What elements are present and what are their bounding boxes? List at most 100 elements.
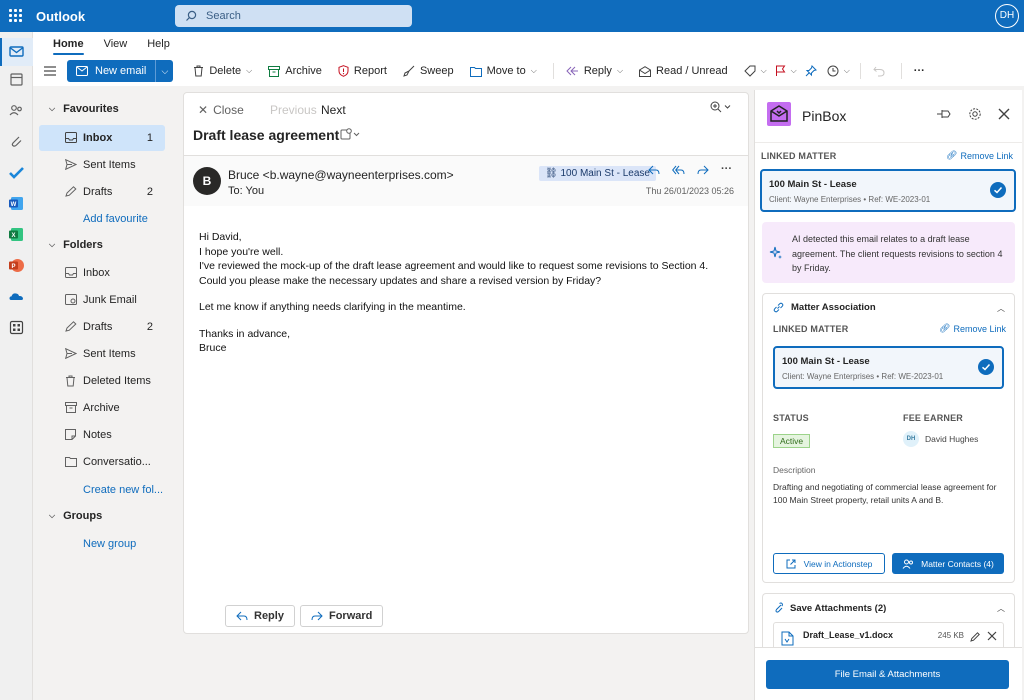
sender-avatar[interactable]: B [193, 167, 221, 195]
pinbox-logo-icon [770, 105, 788, 122]
move-to-label: Move to [486, 65, 526, 77]
undo-button[interactable] [873, 66, 885, 77]
save-attachments-header[interactable]: Save Attachments (2) [773, 602, 886, 614]
remove-link-label: Remove Link [953, 323, 1006, 334]
folder-junk[interactable]: Junk Email [39, 287, 165, 313]
app-launcher-icon[interactable] [9, 9, 23, 23]
tab-home[interactable]: Home [53, 38, 84, 55]
word-icon[interactable]: W [8, 195, 25, 212]
remove-icon[interactable] [987, 631, 997, 641]
view-in-actionstep-button[interactable]: View in Actionstep [773, 553, 885, 574]
people-icon [902, 559, 914, 569]
forward-button-bottom[interactable]: Forward [299, 605, 384, 627]
summary-icon[interactable] [340, 128, 360, 140]
edit-icon[interactable] [970, 631, 981, 642]
sweep-button[interactable]: Sweep [403, 65, 454, 77]
attach-icon[interactable] [8, 133, 25, 150]
attachment-name: Draft_Lease_v1.docx [803, 630, 894, 640]
flag-button[interactable]: ⌵ [775, 65, 797, 77]
folder-inbox[interactable]: Inbox [39, 260, 165, 286]
add-favourite-link[interactable]: Add favourite [83, 213, 148, 225]
folder-deleted[interactable]: Deleted Items [39, 368, 165, 394]
linked-matter-card[interactable]: 100 Main St - Lease Client: Wayne Enterp… [760, 169, 1016, 212]
tab-view[interactable]: View [104, 38, 128, 55]
hamburger-icon[interactable] [43, 65, 57, 77]
remove-link-section[interactable]: 🔗︎ Remove Link [939, 323, 1006, 334]
status-label: STATUS [773, 413, 809, 423]
onedrive-icon[interactable] [8, 288, 25, 305]
chevron-up-icon[interactable]: ︿ [997, 303, 1005, 314]
apps-icon[interactable] [8, 319, 25, 336]
folder-notes[interactable]: Notes [39, 422, 165, 448]
user-avatar[interactable]: DH [995, 4, 1019, 28]
matter-contacts-button[interactable]: Matter Contacts (4) [892, 553, 1004, 574]
snooze-button[interactable]: ⌵ [827, 65, 850, 77]
reply-button[interactable]: Reply ⌵ [566, 65, 623, 77]
archive-button[interactable]: Archive [268, 65, 322, 77]
remove-link-top[interactable]: 🔗︎ Remove Link [946, 150, 1013, 161]
fav-inbox[interactable]: Inbox 1 [39, 125, 165, 151]
document-icon [781, 631, 794, 646]
undo-icon [873, 66, 885, 76]
new-email-main[interactable]: New email [67, 60, 156, 82]
move-to-button[interactable]: Move to ⌵ [469, 65, 537, 77]
next-button[interactable]: Next [321, 103, 346, 117]
zoom-icon[interactable] [710, 101, 732, 113]
groups-header[interactable]: ⌵ Groups [49, 510, 102, 522]
report-button[interactable]: Report [338, 65, 387, 77]
powerpoint-icon[interactable]: P [8, 257, 25, 274]
ai-summary: AI detected this email relates to a draf… [762, 222, 1015, 283]
new-email-button[interactable]: New email ⌵ [67, 60, 174, 82]
app-name[interactable]: Outlook [36, 9, 85, 24]
fav-inbox-label: Inbox [83, 132, 113, 144]
folder-drafts-count: 2 [146, 321, 153, 333]
description-label: Description [773, 465, 816, 475]
pin-icon[interactable] [936, 108, 952, 120]
folder-archive[interactable]: Archive [39, 395, 165, 421]
favourites-header[interactable]: ⌵ Favourites [49, 103, 119, 115]
fav-sent-items[interactable]: Sent Items [39, 152, 165, 178]
reply-all-icon[interactable] [672, 165, 685, 175]
new-email-dropdown[interactable]: ⌵ [155, 60, 174, 82]
matter-association-title: Matter Association [791, 302, 876, 313]
fav-drafts[interactable]: Drafts 2 [39, 179, 165, 205]
folder-sent[interactable]: Sent Items [39, 341, 165, 367]
more-actions-icon[interactable]: ··· [721, 164, 732, 175]
mail-icon[interactable] [8, 43, 25, 60]
folder-drafts-label: Drafts [83, 321, 113, 333]
people-icon[interactable] [8, 102, 25, 119]
new-group-link[interactable]: New group [83, 538, 136, 550]
folder-conversation[interactable]: Conversatio... [39, 449, 165, 475]
tab-help[interactable]: Help [147, 38, 170, 55]
reply-icon[interactable] [648, 165, 660, 175]
broom-icon [403, 65, 415, 77]
file-email-attachments-button[interactable]: File Email & Attachments [766, 660, 1009, 689]
matter-association-header[interactable]: Matter Association [773, 302, 876, 313]
sender[interactable]: Bruce <b.wayne@wayneenterprises.com> [228, 168, 454, 182]
create-folder-link[interactable]: Create new fol... [83, 484, 163, 496]
linked-matter-label-2: LINKED MATTER [773, 324, 849, 334]
folders-header[interactable]: ⌵ Folders [49, 239, 103, 251]
search-input[interactable]: Search [175, 5, 412, 27]
todo-icon[interactable] [8, 164, 25, 181]
chevron-up-icon[interactable]: ︿ [997, 603, 1005, 614]
reply-button-bottom[interactable]: Reply [225, 605, 295, 627]
pin-button[interactable] [805, 65, 817, 77]
folder-drafts[interactable]: Drafts 2 [39, 314, 165, 340]
forward-icon[interactable] [697, 165, 709, 175]
delete-button[interactable]: Delete ⌵ [193, 65, 252, 77]
read-unread-label: Read / Unread [656, 65, 728, 77]
paperclip-icon [775, 602, 783, 613]
close-button[interactable]: ✕ Close [198, 103, 244, 117]
close-icon[interactable] [998, 108, 1010, 120]
excel-icon[interactable]: X [8, 226, 25, 243]
matter-tag[interactable]: ⛓ 100 Main St - Lease [539, 166, 656, 181]
association-matter-card[interactable]: 100 Main St - Lease Client: Wayne Enterp… [773, 346, 1004, 389]
read-unread-button[interactable]: Read / Unread [639, 65, 728, 77]
settings-icon[interactable] [968, 107, 982, 121]
more-button[interactable]: ··· [914, 65, 925, 77]
calendar-icon[interactable] [8, 71, 25, 88]
tag-button[interactable]: ⌵ [743, 65, 767, 77]
reply-buttons: Reply Forward [225, 605, 384, 627]
previous-button[interactable]: Previous [270, 103, 317, 117]
